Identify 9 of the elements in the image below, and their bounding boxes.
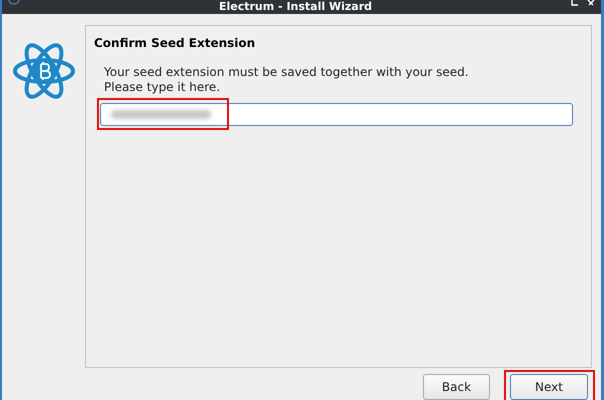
wizard-button[interactable]: Next bbox=[510, 374, 588, 400]
restore-icon[interactable] bbox=[571, 0, 579, 6]
instruction-text: Your seed extension must be saved together with your seed. bbox=[104, 65, 470, 80]
wizard-button[interactable]: Back bbox=[423, 374, 490, 400]
seed-extension-field[interactable] bbox=[100, 103, 573, 126]
window-title: Electrum - Install Wizard bbox=[218, 0, 374, 14]
close-icon[interactable] bbox=[587, 0, 595, 6]
page-heading: Confirm Seed Extension bbox=[94, 36, 256, 51]
instruction-text: Please type it here. bbox=[104, 80, 222, 95]
